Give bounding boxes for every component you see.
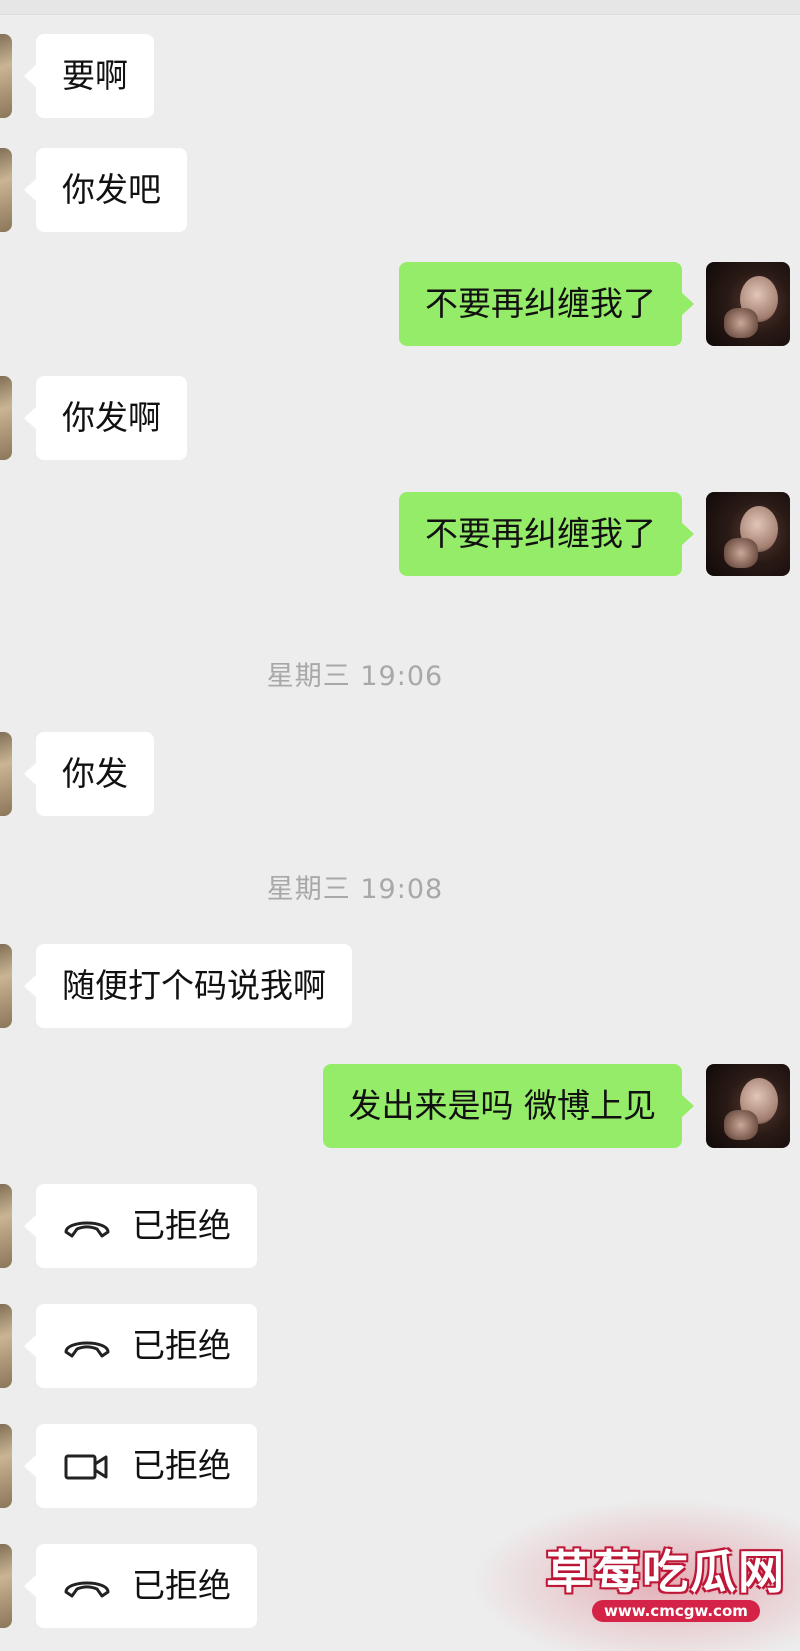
call-status-label: 已拒绝 (132, 1206, 231, 1245)
video-camera-icon (62, 1446, 112, 1486)
watermark-title: 草莓吃瓜网 (546, 1545, 786, 1599)
chat-header-edge (0, 0, 800, 15)
contact-avatar[interactable] (0, 1544, 12, 1628)
contact-avatar[interactable] (0, 1424, 12, 1508)
call-record-bubble[interactable]: 已拒绝 (24, 1304, 257, 1388)
user-avatar[interactable] (706, 1064, 790, 1148)
timestamp-divider: 星期三 19:08 (266, 874, 444, 905)
message-bubble-incoming[interactable]: 随便打个码说我啊 (24, 944, 352, 1028)
timestamp-divider: 星期三 19:06 (266, 661, 444, 692)
message-bubble-outgoing[interactable]: 发出来是吗 微博上见 (322, 1064, 694, 1148)
watermark-url: www.cmcgw.com (592, 1600, 760, 1622)
contact-avatar[interactable] (0, 732, 12, 816)
contact-avatar[interactable] (0, 34, 12, 118)
message-bubble-outgoing[interactable]: 不要再纠缠我了 (399, 492, 694, 576)
contact-avatar[interactable] (0, 1304, 12, 1388)
message-bubble-incoming[interactable]: 你发啊 (24, 376, 187, 460)
call-status-label: 已拒绝 (132, 1446, 231, 1485)
message-bubble-incoming[interactable]: 你发吧 (24, 148, 187, 232)
call-record-bubble[interactable]: 已拒绝 (24, 1424, 257, 1508)
contact-avatar[interactable] (0, 944, 12, 1028)
message-bubble-incoming[interactable]: 你发 (24, 732, 154, 816)
user-avatar[interactable] (706, 262, 790, 346)
contact-avatar[interactable] (0, 376, 12, 460)
user-avatar[interactable] (706, 492, 790, 576)
site-watermark: 草莓吃瓜网 www.cmcgw.com (470, 1498, 800, 1651)
phone-hangup-icon (62, 1566, 112, 1606)
call-status-label: 已拒绝 (132, 1326, 231, 1365)
call-record-bubble[interactable]: 已拒绝 (24, 1544, 257, 1628)
message-bubble-incoming[interactable]: 要啊 (24, 34, 154, 118)
phone-hangup-icon (62, 1326, 112, 1366)
contact-avatar[interactable] (0, 148, 12, 232)
call-status-label: 已拒绝 (132, 1566, 231, 1605)
contact-avatar[interactable] (0, 1184, 12, 1268)
call-record-bubble[interactable]: 已拒绝 (24, 1184, 257, 1268)
message-bubble-outgoing[interactable]: 不要再纠缠我了 (399, 262, 694, 346)
phone-hangup-icon (62, 1206, 112, 1246)
